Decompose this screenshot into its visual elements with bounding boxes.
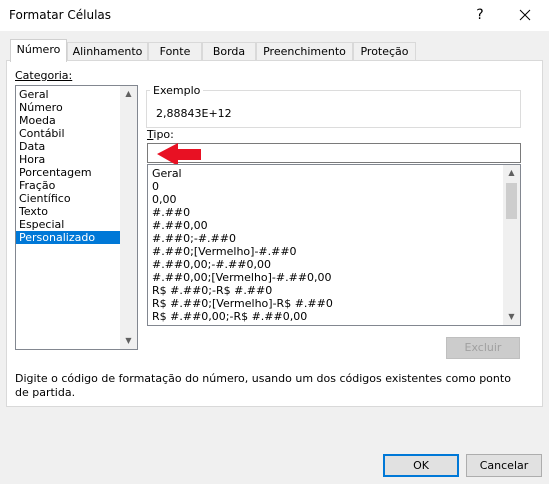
category-item[interactable]: Porcentagem [16, 166, 120, 179]
category-item[interactable]: Moeda [16, 114, 120, 127]
format-item[interactable]: Geral [149, 167, 503, 180]
category-item[interactable]: Contábil [16, 127, 120, 140]
description-text: Digite o código de formatação do número,… [15, 372, 511, 399]
format-items: Geral 0 0,00 #.##0 #.##0,00 #.##0;-#.##0 #.##0… [149, 167, 503, 323]
category-list[interactable]: Geral Número Moeda Contábil Data Hora Porcenta… [15, 85, 138, 350]
category-item[interactable]: Fração [16, 179, 120, 192]
tab-number[interactable]: Número [10, 39, 67, 62]
category-item[interactable]: Hora [16, 153, 120, 166]
close-button[interactable] [515, 5, 535, 25]
scroll-up-icon[interactable]: ▲ [503, 165, 520, 181]
dialog-title: Formatar Células [9, 8, 112, 22]
category-scrollbar[interactable]: ▲ ▼ [120, 86, 137, 349]
format-item[interactable]: #.##0,00;[Vermelho]-#.##0,00 [149, 271, 503, 284]
button-bar: OK Cancelar [0, 445, 549, 484]
format-item[interactable]: #.##0;[Vermelho]-#.##0 [149, 245, 503, 258]
format-item[interactable]: #.##0,00 [149, 219, 503, 232]
tab-alignment[interactable]: Alinhamento [67, 42, 148, 61]
format-item[interactable]: R$ #.##0,00;-R$ #.##0,00 [149, 310, 503, 323]
tab-protection[interactable]: Proteção [353, 42, 416, 61]
scroll-thumb[interactable] [506, 183, 517, 219]
title-bar: Formatar Células ? [0, 0, 549, 31]
sample-value: 2,88843E+12 [156, 107, 232, 120]
category-item[interactable]: Número [16, 101, 120, 114]
scroll-up-icon[interactable]: ▲ [120, 86, 137, 102]
format-item[interactable]: 0,00 [149, 193, 503, 206]
category-item[interactable]: Personalizado [16, 231, 120, 244]
sample-label: Exemplo [150, 84, 204, 97]
category-item[interactable]: Data [16, 140, 120, 153]
format-item[interactable]: R$ #.##0;-R$ #.##0 [149, 284, 503, 297]
format-item[interactable]: 0 [149, 180, 503, 193]
scroll-down-icon[interactable]: ▼ [503, 309, 520, 325]
category-item[interactable]: Geral [16, 88, 120, 101]
category-item[interactable]: Texto [16, 205, 120, 218]
format-item[interactable]: #.##0,00;-#.##0,00 [149, 258, 503, 271]
tab-fill[interactable]: Preenchimento [256, 42, 353, 61]
category-label: Categoria: [15, 69, 73, 82]
format-scrollbar[interactable]: ▲ ▼ [503, 165, 520, 325]
delete-button[interactable]: Excluir [446, 337, 520, 359]
category-item[interactable]: Especial [16, 218, 120, 231]
category-items: Geral Número Moeda Contábil Data Hora Porcenta… [16, 88, 120, 244]
format-item[interactable]: R$ #.##0;[Vermelho]-R$ #.##0 [149, 297, 503, 310]
tab-font[interactable]: Fonte [148, 42, 202, 61]
format-item[interactable]: #.##0;-#.##0 [149, 232, 503, 245]
format-item[interactable]: #.##0 [149, 206, 503, 219]
cancel-button[interactable]: Cancelar [466, 454, 542, 477]
category-item[interactable]: Científico [16, 192, 120, 205]
help-button[interactable]: ? [470, 5, 490, 25]
ok-button[interactable]: OK [383, 454, 459, 477]
format-list[interactable]: Geral 0 0,00 #.##0 #.##0,00 #.##0;-#.##0 #.##0… [147, 164, 521, 326]
scroll-down-icon[interactable]: ▼ [120, 333, 137, 349]
type-label: Tipo: [147, 128, 174, 141]
tab-border[interactable]: Borda [202, 42, 256, 61]
close-icon [519, 9, 531, 21]
